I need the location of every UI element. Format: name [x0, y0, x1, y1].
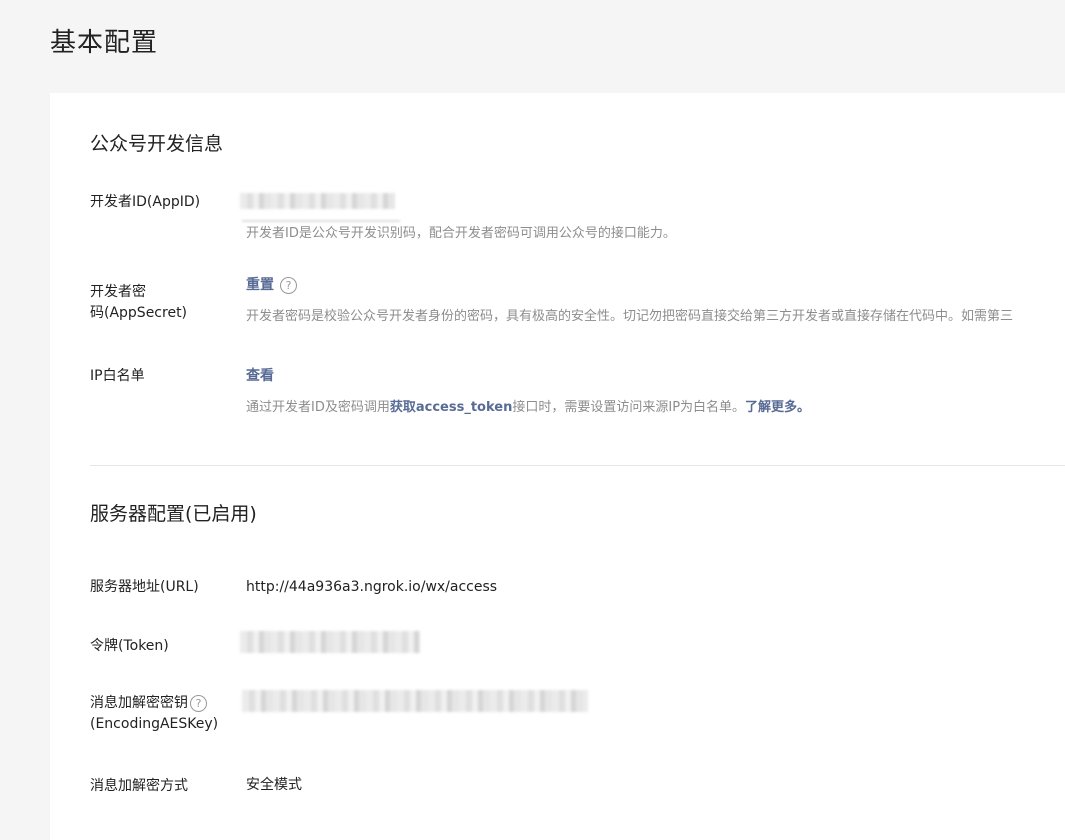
server-url-label: 服务器地址(URL) — [90, 579, 199, 595]
access-token-link[interactable]: 获取access_token — [390, 400, 513, 415]
appid-label: 开发者ID(AppID) — [90, 194, 201, 210]
aes-key-label-line2: (EncodingAESKey) — [90, 716, 219, 732]
appid-description: 开发者ID是公众号开发识别码，配合开发者密码可调用公众号的接口能力。 — [246, 226, 676, 241]
page-title: 基本配置 — [50, 28, 159, 58]
appsecret-description: 开发者密码是校验公众号开发者身份的密码，具有极高的安全性。切记勿把密码直接交给第… — [246, 309, 1014, 324]
aes-key-label: 消息加解密密钥? (EncodingAESKey) — [90, 693, 235, 735]
encrypt-mode-value: 安全模式 — [246, 777, 302, 793]
appsecret-label-line1: 开发者密 — [90, 284, 146, 300]
encrypt-mode-label: 消息加解密方式 — [90, 778, 188, 794]
ip-desc-prefix: 通过开发者ID及密码调用 — [246, 400, 390, 415]
token-label: 令牌(Token) — [90, 638, 169, 654]
appid-redacted-underline — [242, 220, 400, 222]
developer-info-title: 公众号开发信息 — [90, 133, 224, 155]
appsecret-actions: 重置? — [246, 275, 297, 295]
appsecret-label: 开发者密 码(AppSecret) — [90, 282, 220, 324]
view-whitelist-link[interactable]: 查看 — [246, 368, 274, 384]
aes-key-label-line1: 消息加解密密钥 — [90, 695, 188, 711]
config-card: 公众号开发信息 开发者ID(AppID) 开发者ID是公众号开发识别码，配合开发… — [50, 93, 1065, 840]
appid-value-redacted — [240, 193, 395, 209]
ip-whitelist-description: 通过开发者ID及密码调用获取access_token接口时，需要设置访问来源IP… — [246, 398, 810, 418]
help-circle-icon[interactable]: ? — [280, 276, 297, 294]
reset-secret-link[interactable]: 重置 — [246, 277, 274, 293]
ip-whitelist-label: IP白名单 — [90, 368, 145, 384]
server-url-value: http://44a936a3.ngrok.io/wx/access — [246, 579, 498, 595]
token-value-redacted — [240, 631, 420, 653]
learn-more-link[interactable]: 了解更多。 — [745, 400, 810, 415]
ip-desc-middle: 接口时，需要设置访问来源IP为白名单。 — [512, 400, 746, 415]
section-divider — [90, 465, 1065, 466]
appsecret-label-line2: 码(AppSecret) — [90, 305, 188, 321]
ip-whitelist-actions: 查看 — [246, 366, 274, 386]
server-config-title: 服务器配置(已启用) — [90, 503, 257, 525]
aes-key-value-redacted — [242, 690, 588, 712]
help-circle-icon[interactable]: ? — [190, 694, 207, 712]
